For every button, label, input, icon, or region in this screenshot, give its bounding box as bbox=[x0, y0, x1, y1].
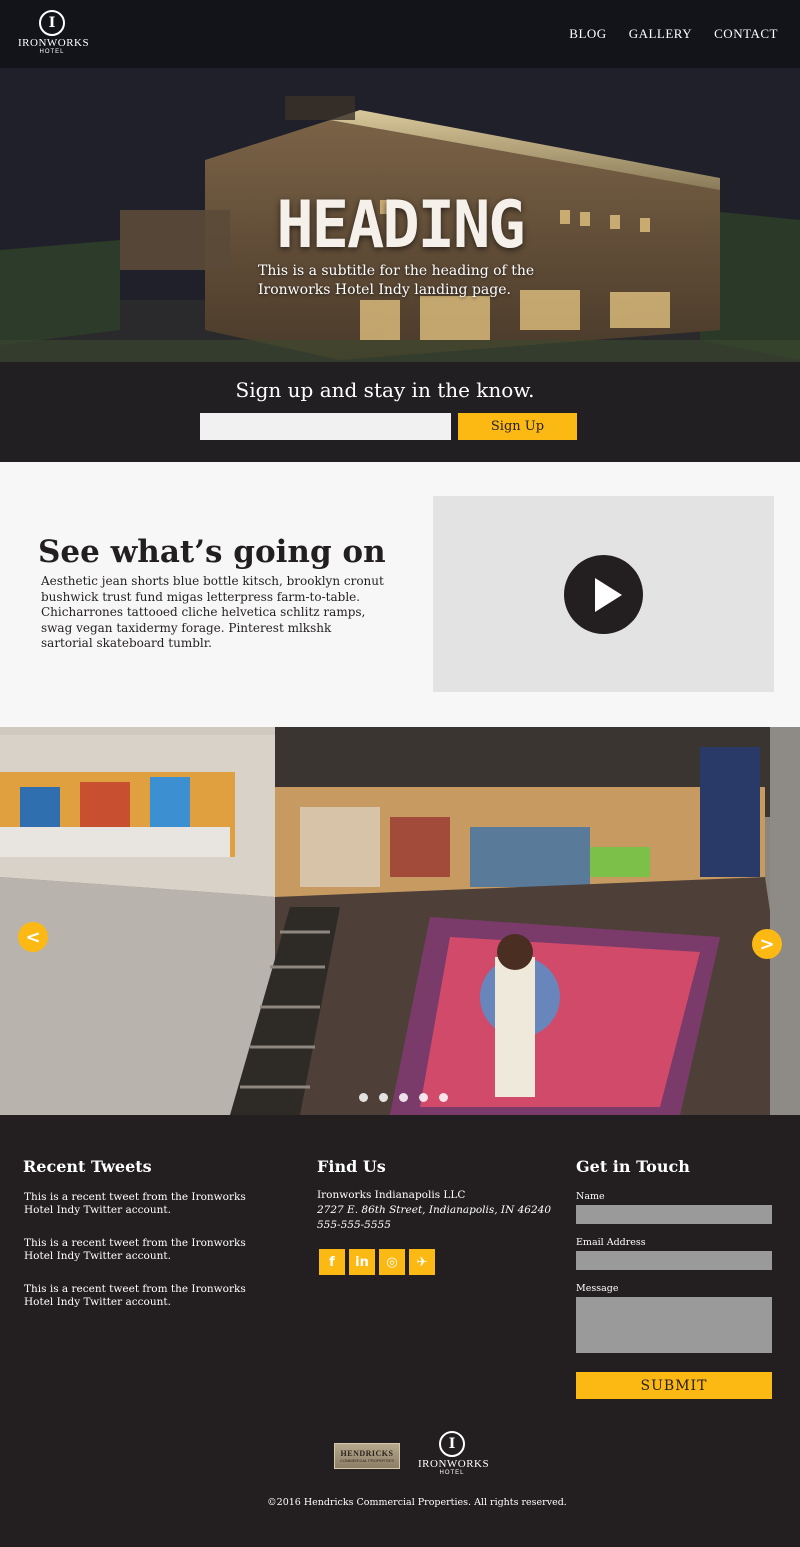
signup-button[interactable]: Sign Up bbox=[458, 413, 577, 440]
footer-ironworks-logo[interactable]: I IRONWORKS HOTEL bbox=[418, 1431, 490, 1476]
logo-subtitle: HOTEL bbox=[39, 49, 65, 55]
image-carousel: < > bbox=[0, 727, 800, 1115]
play-icon[interactable] bbox=[564, 555, 643, 634]
name-label: Name bbox=[576, 1191, 605, 1202]
name-field[interactable] bbox=[576, 1205, 772, 1224]
carousel-prev-button[interactable]: < bbox=[18, 922, 48, 952]
message-field[interactable] bbox=[576, 1297, 772, 1353]
footer-logo-badge-icon: I bbox=[439, 1431, 465, 1457]
carousel-next-button[interactable]: > bbox=[752, 929, 782, 959]
footer-logo-subtitle: HOTEL bbox=[439, 1470, 465, 1476]
company-name: Ironworks Indianapolis LLC bbox=[317, 1189, 466, 1201]
carousel-dot-1[interactable] bbox=[359, 1093, 368, 1102]
carousel-dot-5[interactable] bbox=[439, 1093, 448, 1102]
main-nav: BLOG GALLERY CONTACT bbox=[569, 26, 778, 42]
info-text: Aesthetic jean shorts blue bottle kitsch… bbox=[41, 574, 384, 650]
hero-section: I IRONWORKS HOTEL BLOG GALLERY CONTACT H… bbox=[0, 0, 800, 462]
signup-title: Sign up and stay in the know. bbox=[235, 378, 535, 402]
hendricks-logo[interactable]: HENDRICKS COMMERCIAL PROPERTIES bbox=[334, 1443, 400, 1469]
find-us-title: Find Us bbox=[317, 1157, 386, 1176]
info-section: See what’s going on Aesthetic jean short… bbox=[0, 462, 800, 727]
copyright-text: ©2016 Hendricks Commercial Properties. A… bbox=[267, 1497, 567, 1508]
tweet-1: This is a recent tweet from the Ironwork… bbox=[24, 1191, 246, 1216]
info-title: See what’s going on bbox=[38, 534, 386, 570]
carousel-slide-image bbox=[0, 727, 800, 1115]
tweet-2: This is a recent tweet from the Ironwork… bbox=[24, 1237, 246, 1262]
social-links: f in ◎ ✈ bbox=[319, 1249, 435, 1275]
nav-gallery[interactable]: GALLERY bbox=[629, 26, 692, 42]
email-label: Email Address bbox=[576, 1237, 646, 1248]
linkedin-icon[interactable]: in bbox=[349, 1249, 375, 1275]
get-in-touch-title: Get in Touch bbox=[576, 1157, 690, 1176]
footer-logo-name: IRONWORKS bbox=[418, 1458, 490, 1470]
recent-tweets-title: Recent Tweets bbox=[23, 1157, 152, 1176]
twitter-icon[interactable]: ✈ bbox=[409, 1249, 435, 1275]
instagram-icon[interactable]: ◎ bbox=[379, 1249, 405, 1275]
hero-subtitle: This is a subtitle for the heading of th… bbox=[258, 263, 535, 298]
signup-band bbox=[0, 362, 800, 462]
footer: Recent Tweets This is a recent tweet fro… bbox=[0, 1115, 800, 1547]
company-phone: 555-555-5555 bbox=[317, 1219, 391, 1231]
company-address: 2727 E. 86th Street, Indianapolis, IN 46… bbox=[317, 1204, 552, 1216]
tweet-3: This is a recent tweet from the Ironwork… bbox=[24, 1283, 246, 1308]
nav-contact[interactable]: CONTACT bbox=[714, 26, 778, 42]
ironworks-logo[interactable]: I IRONWORKS HOTEL bbox=[18, 10, 90, 55]
facebook-icon[interactable]: f bbox=[319, 1249, 345, 1275]
message-label: Message bbox=[576, 1283, 619, 1294]
carousel-dot-3[interactable] bbox=[399, 1093, 408, 1102]
signup-email-input[interactable] bbox=[200, 413, 451, 440]
logo-name: IRONWORKS bbox=[18, 37, 90, 49]
hero-heading: HEADING bbox=[276, 186, 525, 263]
email-field[interactable] bbox=[576, 1251, 772, 1270]
partner-logo-name: HENDRICKS bbox=[340, 1449, 394, 1458]
carousel-dot-4[interactable] bbox=[419, 1093, 428, 1102]
carousel-dots bbox=[359, 1093, 448, 1102]
nav-blog[interactable]: BLOG bbox=[569, 26, 606, 42]
video-player[interactable] bbox=[433, 496, 774, 692]
logo-badge-icon: I bbox=[39, 10, 65, 36]
submit-button[interactable]: SUBMIT bbox=[576, 1372, 772, 1399]
carousel-dot-2[interactable] bbox=[379, 1093, 388, 1102]
partner-logo-subtitle: COMMERCIAL PROPERTIES bbox=[340, 1458, 394, 1463]
